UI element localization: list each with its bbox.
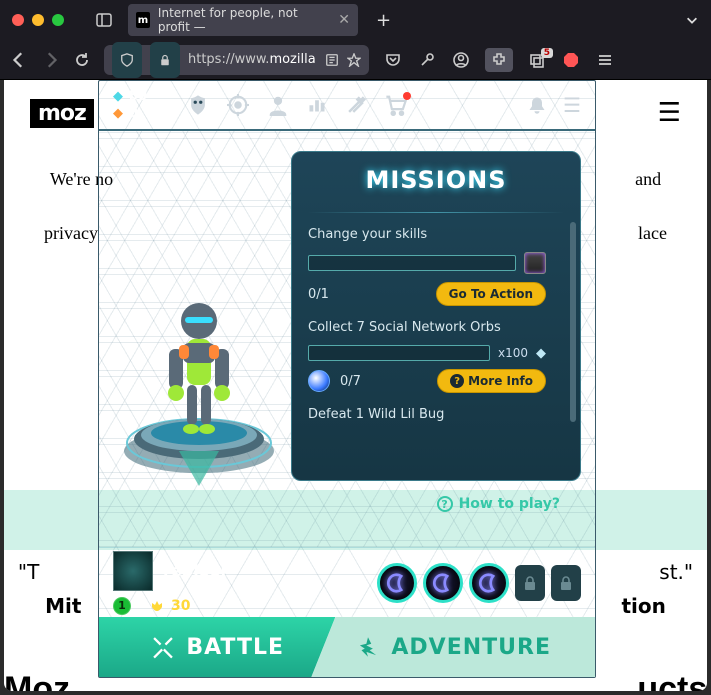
currency-display: ◆ 50 ◆ 0 <box>113 89 147 121</box>
target-nav-icon[interactable] <box>227 94 249 116</box>
lock-icon <box>150 42 180 78</box>
bell-icon[interactable] <box>527 95 547 115</box>
maximize-window-button[interactable] <box>52 14 64 26</box>
soul-count: 50 <box>129 89 147 104</box>
shop-nav-icon[interactable] <box>385 94 407 116</box>
ability-slot[interactable] <box>377 563 417 603</box>
overlay-topbar: ◆ 50 ◆ 0 ☰ <box>99 81 595 131</box>
locked-slot[interactable] <box>551 565 581 601</box>
reward-cube-icon <box>524 252 546 274</box>
bookmark-star-icon[interactable] <box>347 53 361 67</box>
adventure-button[interactable]: ADVENTURE <box>311 617 595 677</box>
overlay-menu-icon[interactable]: ☰ <box>563 93 581 117</box>
shop-notification-dot <box>403 92 411 100</box>
tab-close-button[interactable]: ✕ <box>338 12 350 28</box>
gem-icon: ◆ <box>113 106 123 121</box>
mission-progress-text: 0/7 <box>340 374 370 389</box>
reward-amount: x100 <box>498 346 528 360</box>
tab-title: Internet for people, not profit — <box>158 6 324 34</box>
mission-title: Change your skills <box>308 227 546 242</box>
ability-slot[interactable] <box>423 563 463 603</box>
tools-icon[interactable] <box>417 52 437 68</box>
new-tab-button[interactable]: + <box>376 10 391 31</box>
profile-nav-icon[interactable] <box>267 94 289 116</box>
ability-slot[interactable] <box>469 563 509 603</box>
minimize-window-button[interactable] <box>32 14 44 26</box>
panel-divider <box>308 212 564 213</box>
mission-title: Collect 7 Social Network Orbs <box>308 320 546 335</box>
missions-title: MISSIONS <box>308 166 564 194</box>
orb-icon <box>308 370 330 392</box>
mozilla-logo[interactable]: moz <box>30 99 94 128</box>
reader-icon[interactable] <box>325 53 339 67</box>
back-button[interactable] <box>10 51 28 69</box>
player-level-badge: 1 <box>113 597 131 615</box>
shield-icon[interactable] <box>112 42 142 78</box>
mission-item: Change your skills 0/1 Go To Action <box>308 227 564 306</box>
go-to-action-button[interactable]: Go To Action <box>436 282 546 306</box>
window-titlebar: m Internet for people, not profit — ✕ + <box>0 0 711 40</box>
tab-favicon: m <box>136 12 150 28</box>
tabs-dropdown-icon[interactable] <box>685 13 699 27</box>
shield-nav-icon[interactable] <box>187 94 209 116</box>
soul-icon: ◆ <box>113 89 123 104</box>
locked-slot[interactable] <box>515 565 545 601</box>
mission-item: Defeat 1 Wild Lil Bug <box>308 407 564 422</box>
extension-badge: 5 <box>541 48 553 58</box>
game-overlay: ◆ 50 ◆ 0 ☰ <box>98 80 596 678</box>
url-text: https://www.mozilla.org/en-US <box>188 52 317 67</box>
browser-toolbar: https://www.mozilla.org/en-US 5 <box>0 40 711 80</box>
settings-nav-icon[interactable] <box>345 94 367 116</box>
browser-tab[interactable]: m Internet for people, not profit — ✕ <box>128 4 358 36</box>
forward-button[interactable] <box>42 51 60 69</box>
account-icon[interactable] <box>451 52 471 68</box>
reload-button[interactable] <box>74 52 90 68</box>
overlay-main: MISSIONS Change your skills 0/1 Go To Ac… <box>99 131 595 547</box>
more-info-button[interactable]: ?More Info <box>437 369 546 393</box>
close-window-button[interactable] <box>12 14 24 26</box>
battle-button[interactable]: BATTLE <box>99 617 335 677</box>
player-bar: rebloor 1 30 <box>99 547 595 617</box>
action-bar: BATTLE ADVENTURE <box>99 617 595 677</box>
missions-panel: MISSIONS Change your skills 0/1 Go To Ac… <box>291 151 581 481</box>
mission-item: Collect 7 Social Network Orbs x100 ◆ 0/7… <box>308 320 564 393</box>
missions-scrollbar[interactable] <box>570 222 576 422</box>
overflow-icon[interactable]: 5 <box>527 52 547 68</box>
url-bar[interactable]: https://www.mozilla.org/en-US <box>104 45 369 75</box>
mission-title: Defeat 1 Wild Lil Bug <box>308 407 564 422</box>
site-menu-icon[interactable]: ☰ <box>658 98 681 128</box>
app-menu-icon[interactable] <box>595 52 615 68</box>
sidebar-toggle-icon[interactable] <box>96 12 112 28</box>
player-avatar[interactable] <box>113 551 153 591</box>
player-power: 30 <box>149 598 190 614</box>
mission-progress-text: 0/1 <box>308 287 338 302</box>
player-name: rebloor <box>163 561 229 580</box>
avatar-stage[interactable] <box>99 241 299 501</box>
gem-count: 0 <box>129 106 138 121</box>
soul-reward-icon: ◆ <box>536 346 546 361</box>
how-to-play-link[interactable]: ? How to play? <box>437 496 560 512</box>
mission-progress-bar <box>308 345 490 361</box>
leaderboard-nav-icon[interactable] <box>307 94 327 116</box>
adblock-icon[interactable] <box>561 52 581 68</box>
pocket-icon[interactable] <box>383 52 403 68</box>
mission-progress-bar <box>308 255 516 271</box>
extensions-icon[interactable] <box>485 48 513 72</box>
traffic-lights <box>12 14 64 26</box>
